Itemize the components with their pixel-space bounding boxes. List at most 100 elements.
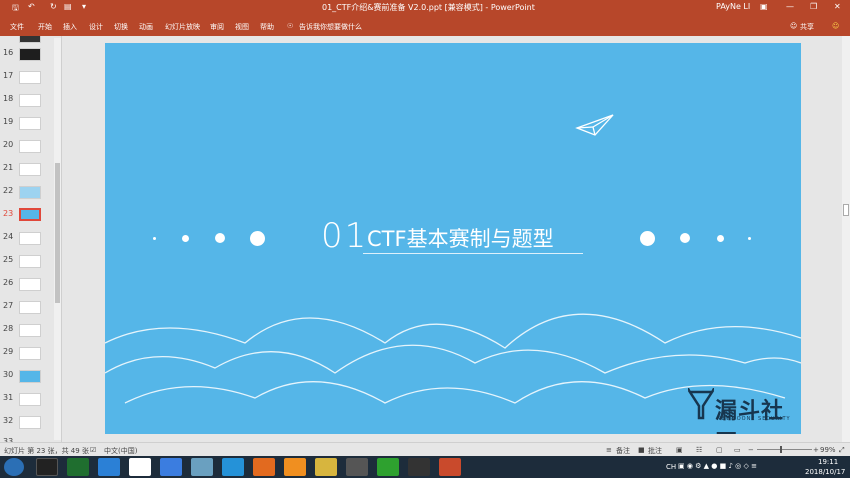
ribbon-tabs: 文件 开始 插入 设计 切换 动画 幻灯片放映 审阅 视图 帮助 ☉ 告诉我你想… [0,17,850,36]
browser-taskbar-icon[interactable] [222,458,244,476]
decor-dot [153,237,156,240]
language-indicator[interactable]: 中文(中国) [104,446,137,456]
notes-icon[interactable]: ≡ [606,446,612,454]
window-title: 01_CTF介绍&赛前准备 V2.0.ppt [兼容模式] - PowerPoi… [322,3,535,12]
tab-slideshow[interactable]: 幻灯片放映 [165,22,200,32]
funnel-logo-icon [688,388,714,420]
recorder-taskbar-icon[interactable] [408,458,430,476]
ribbon-options-icon[interactable]: ▣ [760,2,768,11]
slide-section-number[interactable]: 01 [321,216,368,256]
slideshow-icon[interactable]: ▤ [64,2,72,11]
normal-view-icon[interactable]: ▣ [676,446,683,454]
clock-date[interactable]: 2018/10/17 [805,468,845,476]
slide-thumbnail-pane: 16 17 18 19 20 21 22 23 24 25 26 27 28 2… [0,36,62,442]
slide-number: 28 [3,324,14,333]
cmd-taskbar-icon[interactable] [36,458,58,476]
fit-slide-icon[interactable]: ⤢ [839,446,845,455]
slide-thumbnail[interactable] [19,232,41,245]
tell-me-search[interactable]: 告诉我你想要做什么 [299,22,362,32]
tab-design[interactable]: 设计 [89,22,103,32]
tab-insert[interactable]: 插入 [63,22,77,32]
zoom-in-icon[interactable]: + [813,446,819,454]
slide-counter: 幻灯片 第 23 张，共 49 张 [4,447,89,455]
slide-thumbnail[interactable] [19,347,41,360]
files-taskbar-icon[interactable] [191,458,213,476]
sorter-view-icon[interactable]: ☷ [696,446,702,454]
slide-thumbnail[interactable] [19,393,41,406]
tray-icons[interactable]: ▣ ◉ ⚙ ▲ ● ■ ♪ ◎ ◇ ≡ [678,462,757,470]
start-button[interactable] [4,458,24,476]
decor-dot [680,233,690,243]
folder-taskbar-icon[interactable] [315,458,337,476]
slideshow-view-icon[interactable]: ▭ [734,446,741,454]
slide-thumbnail[interactable] [19,117,41,130]
tab-home[interactable]: 开始 [38,22,52,32]
scrollbar-thumb[interactable] [55,163,60,303]
redo-icon[interactable]: ↻ [50,2,57,11]
slide-title[interactable]: CTF基本赛制与题型 [367,223,554,253]
customize-qat-icon[interactable]: ▾ [82,2,86,11]
save-icon[interactable]: 🖫 [12,2,19,16]
editor-taskbar-icon[interactable] [160,458,182,476]
app-taskbar-icon[interactable] [98,458,120,476]
input-language[interactable]: CH [666,463,676,471]
tab-review[interactable]: 审阅 [210,22,224,32]
baidu-netdisk-taskbar-icon[interactable] [129,458,151,476]
slide-thumbnail[interactable] [19,163,41,176]
wechat-taskbar-icon[interactable] [377,458,399,476]
undo-icon[interactable]: ↶ [28,2,35,11]
clock-time[interactable]: 19:11 [818,458,838,466]
notes-button[interactable]: 备注 [616,446,630,456]
firefox-taskbar-icon[interactable] [253,458,275,476]
slide-thumbnail[interactable] [19,140,41,153]
slide-number: 20 [3,140,14,149]
tab-animations[interactable]: 动画 [139,22,153,32]
zoom-slider[interactable] [757,449,812,450]
user-name[interactable]: PAyNe LI [716,2,750,11]
close-icon[interactable]: ✕ [834,2,841,11]
slide-thumbnail[interactable] [19,36,41,43]
tab-help[interactable]: 帮助 [260,22,274,32]
slide-thumbnail[interactable] [19,255,41,268]
zoom-out-icon[interactable]: − [748,446,754,454]
editor-scrollbar[interactable] [842,36,850,442]
powerpoint-taskbar-icon[interactable] [439,458,461,476]
slide-thumbnail[interactable] [19,71,41,84]
smiley-feedback-icon[interactable]: ☺ [832,22,839,30]
tab-file[interactable]: 文件 [10,22,24,32]
share-button[interactable]: 共享 [800,22,814,32]
slide-thumbnail[interactable] [19,94,41,107]
tool-taskbar-icon[interactable] [346,458,368,476]
taskbar: CH ▣ ◉ ⚙ ▲ ● ■ ♪ ◎ ◇ ≡ 19:11 2018/10/17 [0,456,850,478]
slide-number-selected: 23 [3,209,14,218]
slide-thumbnail[interactable] [19,324,41,337]
minimize-icon[interactable]: — [786,2,794,11]
maximize-icon[interactable]: ❐ [810,2,817,11]
decor-dot [182,235,189,242]
thumbnail-scrollbar[interactable] [54,38,61,440]
slide-thumbnail-selected[interactable] [19,208,41,221]
slide-thumbnail[interactable] [19,416,41,429]
tab-view[interactable]: 视图 [235,22,249,32]
slide-thumbnail[interactable] [19,370,41,383]
zoom-level[interactable]: 99% [820,446,836,454]
scrollbar-thumb[interactable] [843,204,849,216]
slide-thumbnail[interactable] [19,301,41,314]
comments-button[interactable]: 批注 [648,446,662,456]
reading-view-icon[interactable]: ▢ [716,446,723,454]
slide-number: 25 [3,255,14,264]
slide-number: 17 [3,71,14,80]
comments-icon[interactable]: ■ [638,446,645,454]
zoom-slider-handle[interactable] [780,446,782,453]
decor-dot [640,231,655,246]
slide-thumbnail[interactable] [19,48,41,61]
search-taskbar-icon[interactable] [284,458,306,476]
terminal-taskbar-icon[interactable] [67,458,89,476]
lightbulb-icon: ☉ [287,22,294,30]
status-bar: 幻灯片 第 23 张，共 49 张 ☑ 中文(中国) ≡ 备注 ■ 批注 ▣ ☷… [0,442,850,456]
slide-thumbnail[interactable] [19,186,41,199]
tab-transitions[interactable]: 切换 [114,22,128,32]
spellcheck-icon[interactable]: ☑ [90,446,96,454]
slide-thumbnail[interactable] [19,278,41,291]
slide-canvas[interactable]: 01 CTF基本赛制与题型 漏斗社区 NEWDOONE SECURITY [105,43,801,434]
